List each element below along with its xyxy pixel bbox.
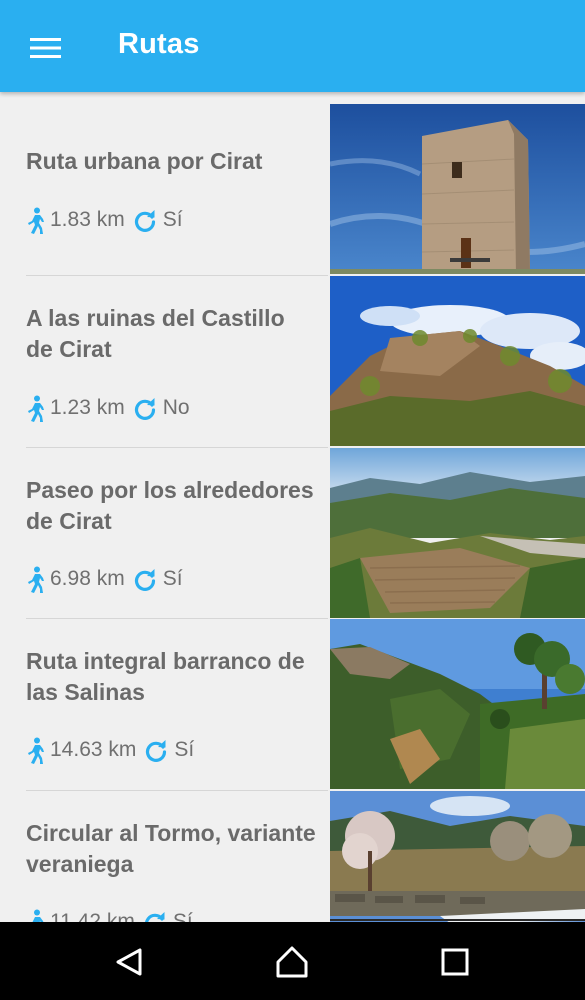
route-circular: Sí: [174, 738, 195, 761]
route-item[interactable]: Circular al Tormo, variante veraniega 11…: [0, 791, 585, 922]
ravine-landscape-photo: [330, 619, 585, 789]
hamburger-menu-icon: [30, 38, 61, 58]
route-distance: 1.23 km: [50, 396, 125, 419]
route-thumbnail: [330, 104, 585, 274]
home-button[interactable]: [270, 942, 314, 982]
route-thumbnail: [330, 448, 585, 618]
walking-person-icon: [28, 737, 44, 764]
route-meta: 1.23 km No: [26, 393, 190, 423]
route-distance: 14.63 km: [50, 738, 137, 761]
route-item[interactable]: A las ruinas del Castillo de Cirat 1.23 …: [0, 276, 585, 447]
route-item[interactable]: Paseo por los alrededores de Cirat 6.98 …: [0, 448, 585, 619]
loop-arrow-icon: [134, 210, 155, 232]
home-icon: [276, 946, 308, 978]
loop-arrow-icon: [146, 740, 167, 762]
app-bar: Rutas: [0, 0, 585, 92]
recents-square-icon: [441, 948, 469, 976]
route-thumbnail: [330, 276, 585, 446]
route-meta: 11.42 km Sí: [26, 907, 193, 922]
walking-person-icon: [28, 395, 44, 422]
route-name: Ruta integral barranco de las Salinas: [26, 648, 305, 705]
route-name: Ruta urbana por Cirat: [26, 148, 263, 174]
route-thumbnail: [330, 619, 585, 789]
walking-person-icon: [28, 207, 44, 234]
recents-button[interactable]: [433, 942, 477, 982]
back-button[interactable]: [106, 942, 150, 982]
loop-arrow-icon: [144, 912, 165, 922]
loop-arrow-icon: [134, 398, 155, 420]
walking-person-icon: [28, 566, 44, 593]
stone-tower-photo: [330, 104, 585, 274]
route-list[interactable]: Ruta urbana por Cirat 1.83 km Sí A las r…: [0, 104, 585, 922]
route-name: Circular al Tormo, variante veraniega: [26, 820, 316, 877]
castle-ruins-photo: [330, 276, 585, 446]
back-triangle-icon: [116, 948, 142, 976]
route-name: A las ruinas del Castillo de Cirat: [26, 305, 285, 362]
route-meta: 1.83 km Sí: [26, 205, 183, 235]
route-meta: 6.98 km Sí: [26, 564, 183, 594]
route-circular: No: [162, 396, 190, 419]
route-circular: Sí: [172, 910, 193, 922]
route-item[interactable]: Ruta urbana por Cirat 1.83 km Sí: [0, 104, 585, 275]
route-circular: Sí: [162, 208, 183, 231]
page-title: Rutas: [118, 28, 200, 60]
route-distance: 11.42 km: [50, 910, 135, 922]
route-circular: Sí: [162, 567, 183, 590]
loop-arrow-icon: [134, 569, 155, 591]
system-nav-bar: [0, 922, 585, 1000]
menu-button[interactable]: [22, 28, 64, 68]
almond-tree-photo: [330, 791, 585, 922]
route-distance: 6.98 km: [50, 567, 125, 590]
valley-panorama-photo: [330, 448, 585, 618]
route-item[interactable]: Ruta integral barranco de las Salinas 14…: [0, 619, 585, 790]
walking-person-icon: [32, 909, 44, 922]
route-distance: 1.83 km: [50, 208, 125, 231]
route-thumbnail: [330, 791, 585, 922]
route-name: Paseo por los alrededores de Cirat: [26, 477, 314, 534]
route-meta: 14.63 km Sí: [26, 735, 194, 765]
